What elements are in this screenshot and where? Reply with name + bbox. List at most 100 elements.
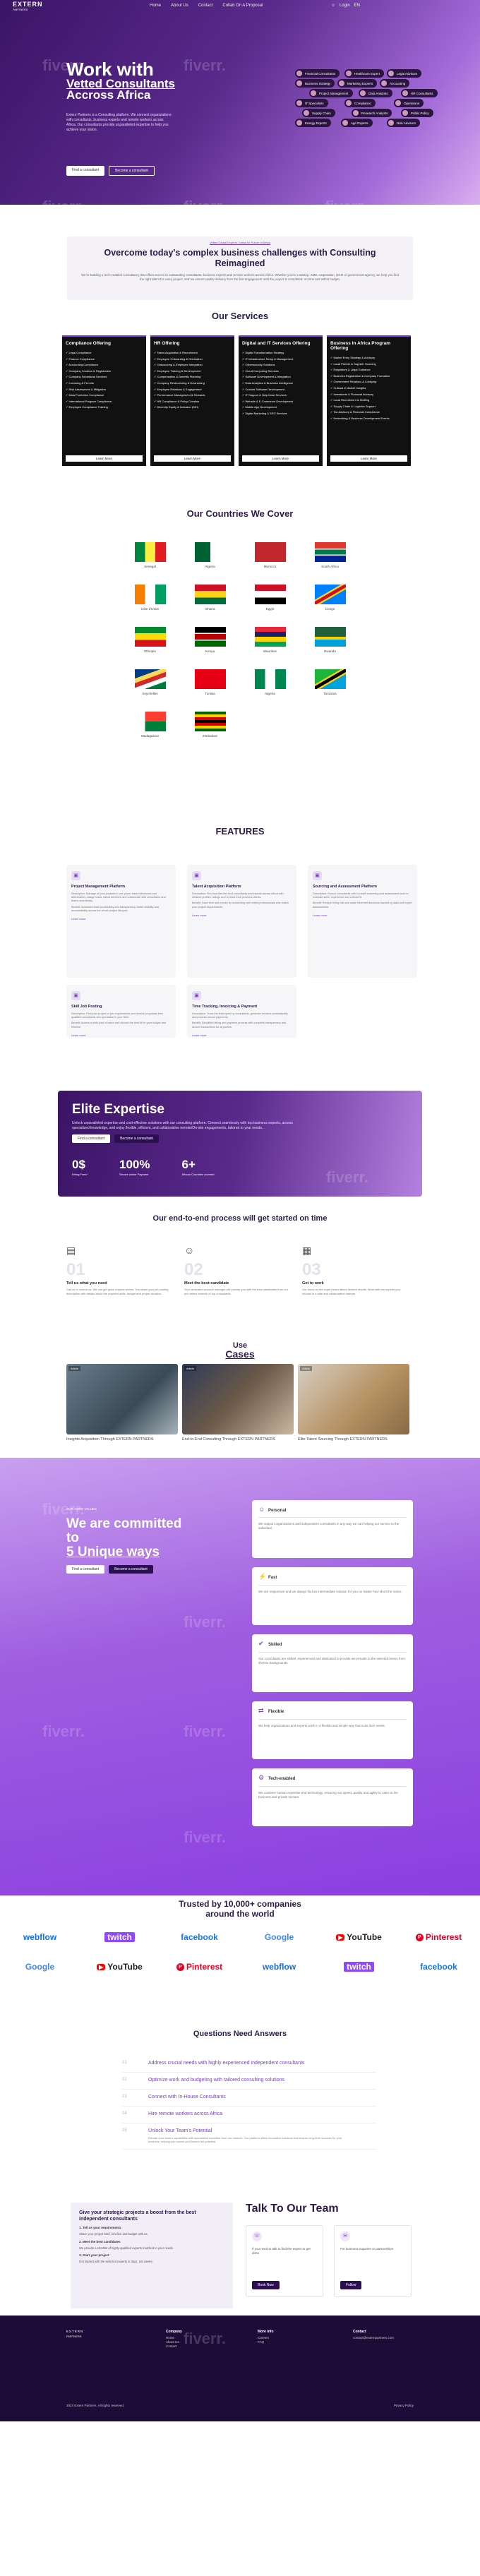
value-desc: Our consultants are skilled, experienced…	[258, 1657, 405, 1665]
footer-link[interactable]: FAQ	[258, 2340, 274, 2344]
learn-more-button[interactable]: Learn More	[242, 455, 319, 462]
service-item: Local Partner & Supplier Sourcing	[330, 361, 407, 368]
login-link[interactable]: Login	[340, 4, 350, 8]
feature-title: Skill Job Posting	[71, 1005, 102, 1009]
pill-label: Financial Consultants	[305, 71, 336, 76]
expertise-pill: Supply Chain	[302, 109, 335, 117]
faq-number: 02	[122, 2078, 127, 2082]
feature-benefit: Benefit: Reduce hiring risk and make inf…	[313, 901, 412, 909]
footer-link[interactable]: Contact	[166, 2344, 182, 2349]
watermark: fiverr.	[184, 1723, 226, 1740]
flag-icon	[314, 627, 346, 647]
hero-section: EXTERN PARTNERS Home About Us Contact Col…	[0, 0, 480, 205]
nav-about[interactable]: About Us	[171, 4, 188, 8]
learn-more-link[interactable]: Learn more	[71, 917, 171, 921]
pill-label: Project Management	[319, 91, 349, 95]
service-item: Employee Compliance Training	[66, 405, 143, 411]
expertise-pill: Accounting	[380, 79, 410, 88]
language-selector[interactable]: EN	[354, 4, 360, 8]
learn-more-button[interactable]: Learn More	[154, 455, 231, 462]
country-name: Zimbabwe	[202, 734, 218, 738]
service-item: Investment & Financial Advisory	[330, 392, 407, 398]
become-consultant-button[interactable]: Become a consultant	[109, 166, 155, 176]
flag-icon	[134, 712, 166, 731]
country-cell: Senegal	[120, 537, 180, 573]
feature-benefit: Benefit: Increased team productivity and…	[71, 905, 159, 912]
company-logo: twitch	[104, 1932, 135, 1942]
country-cell: Rwanda	[300, 621, 360, 658]
watermark: fiverr.	[184, 2330, 226, 2347]
learn-more-link[interactable]: Learn more	[192, 913, 292, 917]
company-logo: Google	[25, 1962, 54, 1972]
learn-more-link[interactable]: Learn more	[71, 1034, 171, 1037]
service-card: Digital and IT Services Offering Digital …	[239, 335, 323, 466]
value-title: Fast	[268, 1576, 277, 1580]
pill-label: Operations	[404, 101, 420, 105]
service-item: Employee Onboarding & Orientation	[154, 357, 231, 363]
country-name: Ethiopia	[144, 649, 156, 653]
hero-subtitle: Extern Partners is a Consulting platform…	[66, 113, 172, 132]
faq-title: Questions Need Answers	[193, 2030, 287, 2038]
case-card[interactable]: Article Elite Talent Sourcing Through EXT…	[298, 1364, 409, 1442]
service-item: Performance Management & Rewards	[154, 393, 231, 399]
value-icon: ⚡	[258, 1573, 267, 1580]
nav-contact[interactable]: Contact	[198, 4, 213, 8]
contact-section: Give your strategic projects a boost fro…	[0, 2188, 480, 2316]
learn-more-link[interactable]: Learn more	[192, 1034, 292, 1037]
country-cell: Nigeria	[240, 664, 300, 700]
values-find-button[interactable]: Find a consultant	[66, 1565, 105, 1574]
footer-logo[interactable]: EXTERN PARTNERS	[66, 2330, 83, 2340]
expertise-pill: Risk Advisors	[387, 119, 421, 127]
feature-desc: Description: Source consultants with in-…	[313, 892, 409, 899]
find-consultant-button[interactable]: Find a consultant	[66, 166, 105, 176]
faq-item[interactable]: 01 Address crucial needs with highly expe…	[122, 2056, 376, 2073]
person-icon: ☺	[184, 1245, 195, 1256]
faq-item[interactable]: 04 Hire remote workers across Africa	[122, 2107, 376, 2123]
nav-home[interactable]: Home	[150, 4, 161, 8]
faq-item[interactable]: 02 Optimize work and budgeting with tailo…	[122, 2073, 376, 2090]
faq-item[interactable]: 03 Connect with In-House Consultants	[122, 2090, 376, 2107]
faq-question[interactable]: Address crucial needs with highly experi…	[148, 2061, 304, 2066]
elite-find-button[interactable]: Find a consultant	[72, 1134, 111, 1143]
company-logo-label: twitch	[107, 1932, 132, 1942]
service-item: Finance Compliance	[66, 357, 143, 363]
faq-number: 01	[122, 2061, 127, 2065]
expertise-pill: Data Analysts	[359, 89, 392, 97]
faq-question[interactable]: Connect with In-House Consultants	[148, 2095, 226, 2100]
logo[interactable]: EXTERN PARTNERS	[13, 1, 43, 13]
nav-proposal[interactable]: Collab On A Proposal	[222, 4, 263, 8]
values-become-button[interactable]: Become a consultant	[109, 1565, 153, 1574]
country-name: Mauritius	[263, 649, 277, 653]
book-now-button[interactable]: Book Now	[252, 2281, 280, 2289]
elite-become-button[interactable]: Become a consultant	[114, 1134, 159, 1143]
faq-question[interactable]: Optimize work and budgeting with tailore…	[148, 2078, 284, 2083]
avatar	[360, 90, 366, 96]
footer-email[interactable]: contact@externpartners.com	[353, 2336, 394, 2340]
case-card[interactable]: Article End-to-End Consulting Through EXT…	[182, 1364, 294, 1442]
country-cell: Zimbabwe	[180, 706, 240, 743]
service-item: Custom Software Development	[242, 387, 319, 393]
feature-title: Sourcing and Assessment Platform	[313, 885, 377, 889]
faq-question[interactable]: Hire remote workers across Africa	[148, 2111, 222, 2117]
case-card[interactable]: Article Insights Acquisition Through EXTE…	[66, 1364, 178, 1442]
learn-more-link[interactable]: Learn more	[313, 913, 412, 917]
country-name: Senegal	[144, 565, 156, 568]
pinterest-icon: P	[176, 1963, 184, 1971]
service-item: Tax Advisory & Financial Compliance	[330, 409, 407, 416]
faq-item[interactable]: 05 Unlock Your Team's Potential Elevate yo…	[122, 2123, 376, 2150]
intro-section: Vetted Global Experts / Ideas for Future…	[0, 205, 480, 311]
value-card: ⚡ Fast We are responsive and we always fin…	[252, 1567, 413, 1625]
follow-button[interactable]: Follow	[340, 2281, 362, 2289]
learn-more-button[interactable]: Learn More	[66, 455, 143, 462]
country-name: Kenya	[205, 649, 215, 653]
learn-more-button[interactable]: Learn More	[330, 455, 407, 462]
watermark: fiverr.	[42, 1723, 85, 1740]
feature-icon: ▣	[71, 871, 80, 880]
faq-question[interactable]: Unlock Your Team's Potential	[148, 2128, 346, 2134]
company-logo-label: YouTube	[347, 1932, 382, 1942]
privacy-link[interactable]: Privacy Policy	[394, 2404, 414, 2407]
service-title: Digital and IT Services Offering	[242, 341, 311, 346]
cases-title: Use Cases	[225, 1341, 255, 1360]
feature-icon: ▣	[192, 991, 201, 1000]
intro-tag[interactable]: Vetted Global Experts / Ideas for Future…	[67, 241, 413, 244]
